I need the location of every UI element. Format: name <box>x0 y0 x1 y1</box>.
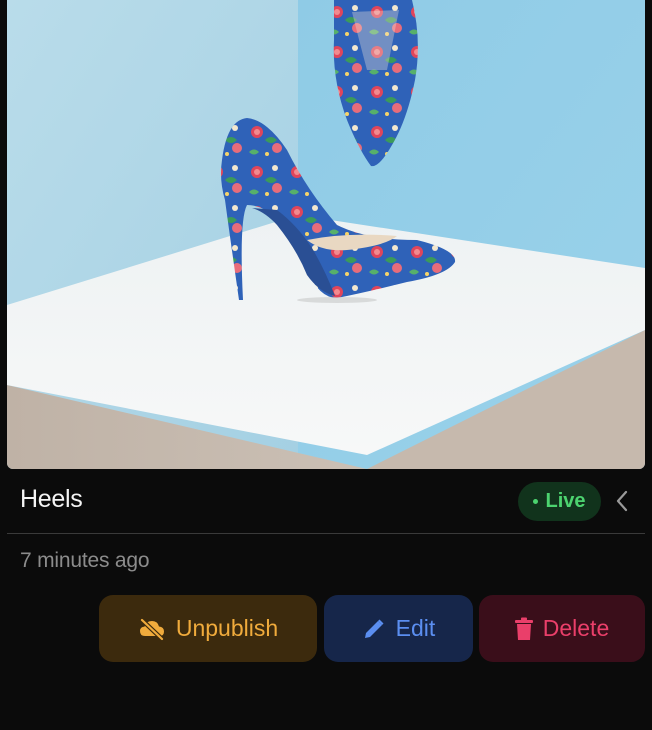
delete-button[interactable]: Delete <box>479 595 645 662</box>
pencil-icon <box>362 617 386 641</box>
collapse-button[interactable] <box>610 487 634 515</box>
status-label: Live <box>545 490 586 512</box>
chevron-left-icon <box>616 490 628 512</box>
edit-button[interactable]: Edit <box>324 595 473 662</box>
trash-icon <box>514 617 533 641</box>
unpublish-label: Unpublish <box>175 615 279 641</box>
timestamp: 7 minutes ago <box>20 549 150 572</box>
status-badge: Live <box>518 482 601 521</box>
edit-label: Edit <box>395 615 436 641</box>
product-image[interactable] <box>7 0 645 469</box>
product-card: Heels Live 7 minutes ago Unpublish Edit … <box>0 0 652 730</box>
product-title: Heels <box>20 485 83 513</box>
product-header: Heels Live <box>0 469 652 533</box>
unpublish-button[interactable]: Unpublish <box>99 595 317 662</box>
status-dot <box>533 499 539 504</box>
delete-label: Delete <box>542 615 610 641</box>
cloud-off-icon <box>138 617 166 641</box>
divider <box>7 533 645 534</box>
